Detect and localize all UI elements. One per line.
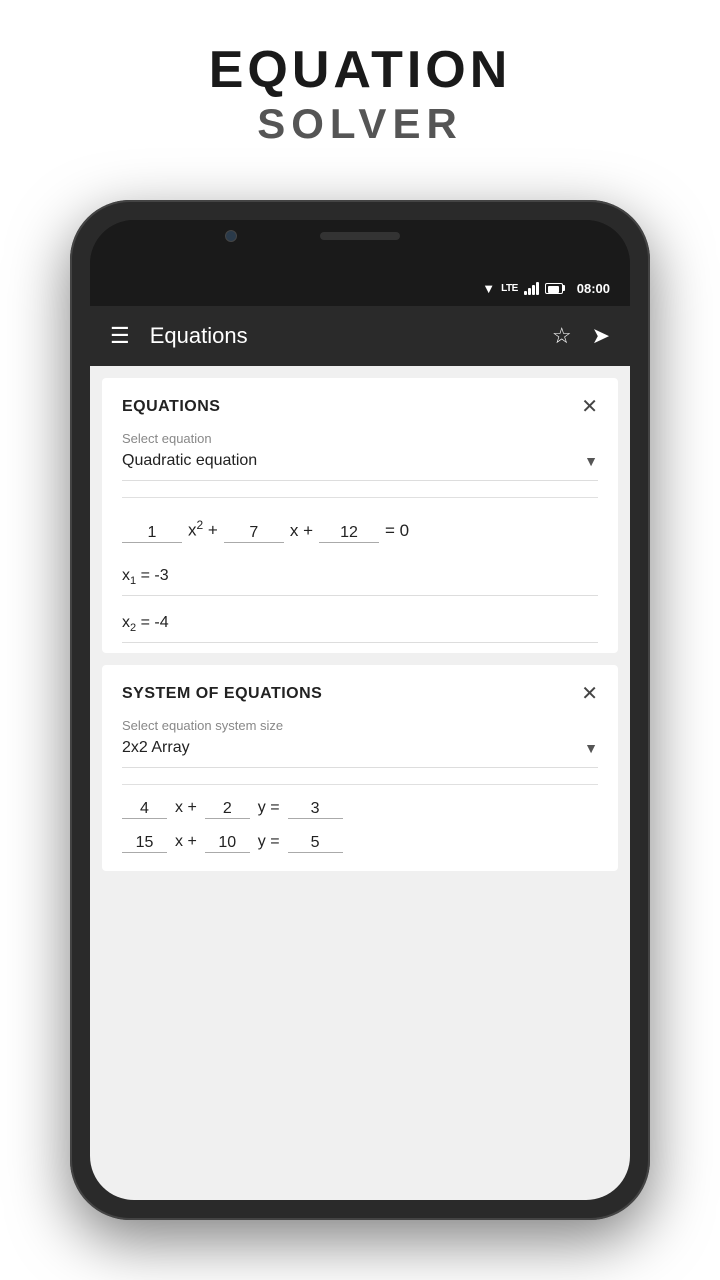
coeff-a-input[interactable] <box>122 524 182 543</box>
app-title-line2: SOLVER <box>0 100 720 148</box>
equations-dropdown-text: Quadratic equation <box>122 452 257 470</box>
solution-x1-text: x1 = -3 <box>122 567 169 587</box>
share-icon[interactable]: ➤ <box>592 323 610 349</box>
system-dropdown-text: 2x2 Array <box>122 739 190 757</box>
sys-row1-coeff1[interactable] <box>122 800 167 819</box>
toolbar-title: Equations <box>150 323 552 349</box>
phone-frame: ▼ LTE 08:00 <box>70 200 650 1220</box>
status-icons: ▼ LTE 08:00 <box>482 281 610 296</box>
equations-close-button[interactable]: ✕ <box>581 394 598 419</box>
signal-bar-3 <box>532 285 535 295</box>
x-squared-text: x2 + <box>188 518 218 543</box>
system-dropdown[interactable]: 2x2 Array ▼ <box>122 739 598 768</box>
coeff-c-input[interactable] <box>319 524 379 543</box>
sys-row2-coeff1[interactable] <box>122 834 167 853</box>
app-toolbar: ☰ Equations ☆ ➤ <box>90 306 630 366</box>
app-title-line1: EQUATION <box>0 40 720 100</box>
menu-icon[interactable]: ☰ <box>110 323 130 349</box>
system-close-button[interactable]: ✕ <box>581 681 598 706</box>
system-row-1: x + y = <box>102 785 618 819</box>
signal-bar-1 <box>524 291 527 295</box>
phone-camera <box>225 230 237 242</box>
battery-fill <box>548 286 559 293</box>
sys-row1-coeff2[interactable] <box>205 800 250 819</box>
coeff-b-wrap <box>224 524 284 543</box>
x-text: x + <box>290 521 313 543</box>
solution-x2-row: x2 = -4 <box>122 606 598 643</box>
coeff-a-wrap <box>122 524 182 543</box>
coeff-b-input[interactable] <box>224 524 284 543</box>
status-bar: ▼ LTE 08:00 <box>90 270 630 306</box>
sys-row2-var1: x + <box>175 833 197 853</box>
sys-row2-val[interactable] <box>288 834 343 853</box>
equations-card: EQUATIONS ✕ Select equation Quadratic eq… <box>102 378 618 653</box>
system-select-label: Select equation system size <box>102 718 618 739</box>
equation-section: x2 + x + = 0 x1 = -3 <box>102 498 618 653</box>
sys-row1-val[interactable] <box>288 800 343 819</box>
equations-dropdown[interactable]: Quadratic equation ▼ <box>122 452 598 481</box>
main-content: EQUATIONS ✕ Select equation Quadratic eq… <box>90 366 630 1200</box>
sys-row2-var2: y = <box>258 833 280 853</box>
star-icon[interactable]: ☆ <box>552 323 572 349</box>
equals-zero-text: = 0 <box>385 521 409 543</box>
sys-row2-coeff2[interactable] <box>205 834 250 853</box>
system-row-2: x + y = <box>102 819 618 853</box>
solution-x2-text: x2 = -4 <box>122 614 169 634</box>
toolbar-actions: ☆ ➤ <box>552 323 610 349</box>
equations-select-label: Select equation <box>102 431 618 452</box>
sys-row1-var1: x + <box>175 799 197 819</box>
wifi-icon: ▼ <box>482 281 495 296</box>
system-dropdown-arrow: ▼ <box>584 740 598 756</box>
equations-card-header: EQUATIONS ✕ <box>102 378 618 431</box>
equation-input-row: x2 + x + = 0 <box>122 518 598 543</box>
signal-bar-2 <box>528 288 531 295</box>
signal-bars <box>524 281 539 295</box>
equations-dropdown-arrow: ▼ <box>584 453 598 469</box>
coeff-c-wrap <box>319 524 379 543</box>
app-title-area: EQUATION SOLVER <box>0 0 720 178</box>
battery-icon <box>545 283 565 294</box>
signal-bar-4 <box>536 282 539 295</box>
equations-card-title: EQUATIONS <box>122 398 220 416</box>
battery-body <box>545 283 563 294</box>
sys-row1-var2: y = <box>258 799 280 819</box>
phone-speaker <box>320 232 400 240</box>
lte-indicator: LTE <box>501 283 518 294</box>
system-card-header: SYSTEM OF EQUATIONS ✕ <box>102 665 618 718</box>
system-equations-card: SYSTEM OF EQUATIONS ✕ Select equation sy… <box>102 665 618 871</box>
status-time: 08:00 <box>577 281 610 296</box>
system-card-title: SYSTEM OF EQUATIONS <box>122 685 322 703</box>
phone-top-bar <box>90 220 630 270</box>
solution-x1-row: x1 = -3 <box>122 559 598 596</box>
phone-screen: ▼ LTE 08:00 <box>90 220 630 1200</box>
